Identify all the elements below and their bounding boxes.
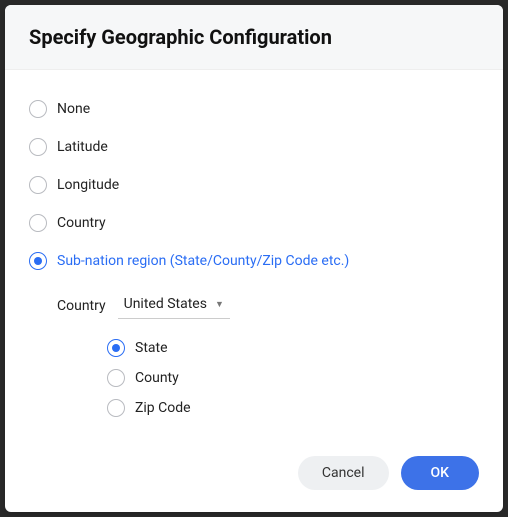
radio-label: Country xyxy=(57,215,106,231)
ok-button[interactable]: OK xyxy=(401,456,480,490)
subnation-section: Country United States ▼ State County Zi xyxy=(29,286,479,423)
cancel-button[interactable]: Cancel xyxy=(298,456,389,490)
radio-option-state[interactable]: State xyxy=(107,333,479,363)
chevron-down-icon: ▼ xyxy=(215,299,224,310)
radio-option-longitude[interactable]: Longitude xyxy=(29,166,479,204)
radio-option-county[interactable]: County xyxy=(107,363,479,393)
radio-option-country[interactable]: Country xyxy=(29,204,479,242)
radio-label: Zip Code xyxy=(135,400,191,416)
radio-icon xyxy=(29,252,47,270)
country-row: Country United States ▼ xyxy=(57,286,479,333)
country-label: Country xyxy=(57,298,106,314)
dialog-footer: Cancel OK xyxy=(5,440,503,512)
country-dropdown-value: United States xyxy=(124,296,207,312)
dialog-header: Specify Geographic Configuration xyxy=(5,5,503,70)
radio-option-none[interactable]: None xyxy=(29,90,479,128)
radio-label: County xyxy=(135,370,179,386)
radio-option-latitude[interactable]: Latitude xyxy=(29,128,479,166)
radio-icon xyxy=(29,138,47,156)
radio-option-subnation[interactable]: Sub-nation region (State/County/Zip Code… xyxy=(29,242,479,280)
radio-label: Longitude xyxy=(57,177,119,193)
radio-label: Sub-nation region (State/County/Zip Code… xyxy=(57,253,349,269)
radio-icon xyxy=(29,214,47,232)
dialog-body: None Latitude Longitude Country Sub-nati… xyxy=(5,70,503,440)
radio-icon xyxy=(29,176,47,194)
geographic-config-dialog: Specify Geographic Configuration None La… xyxy=(5,5,503,512)
dialog-title: Specify Geographic Configuration xyxy=(29,25,479,49)
radio-option-zip[interactable]: Zip Code xyxy=(107,393,479,423)
radio-label: State xyxy=(135,340,168,356)
country-dropdown[interactable]: United States ▼ xyxy=(118,292,230,319)
radio-label: None xyxy=(57,101,90,117)
radio-icon xyxy=(107,339,125,357)
subnation-radios: State County Zip Code xyxy=(57,333,479,423)
radio-icon xyxy=(107,369,125,387)
radio-icon xyxy=(107,399,125,417)
radio-label: Latitude xyxy=(57,139,108,155)
radio-icon xyxy=(29,100,47,118)
